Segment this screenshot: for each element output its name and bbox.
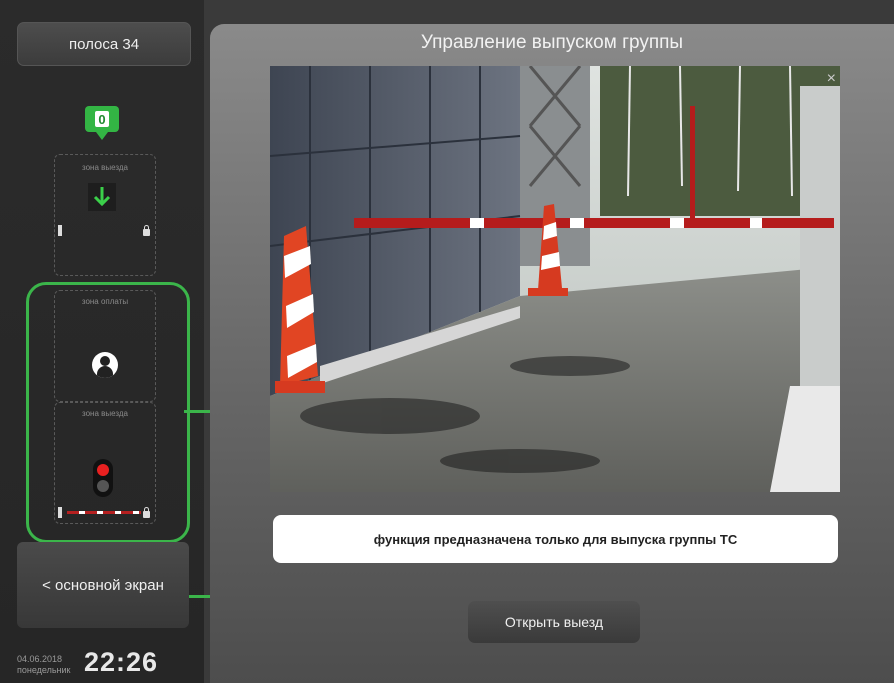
- lane-button[interactable]: полоса 34: [17, 22, 191, 66]
- clock: 22:26: [84, 647, 159, 677]
- main-screen-button[interactable]: < основной экран: [17, 542, 189, 628]
- barrier-post-icon: [58, 225, 62, 236]
- panel-title: Управление выпуском группы: [420, 32, 684, 53]
- exit-zone-top-label: зона выезда: [82, 163, 128, 172]
- counter-badge: 0: [85, 106, 119, 132]
- sidebar: полоса 34 0 зона выезда зона оплаты зона…: [0, 0, 204, 683]
- notice-box: функция предназначена только для выпуска…: [273, 515, 838, 563]
- notice-text: функция предназначена только для выпуска…: [373, 531, 738, 547]
- lane-label: полоса 34: [68, 35, 140, 53]
- zones-highlight: [26, 282, 190, 543]
- counter-pointer-icon: [96, 132, 108, 140]
- vehicle-counter: 0: [85, 106, 119, 140]
- counter-value: 0: [95, 111, 109, 127]
- main-screen-label: < основной экран: [42, 576, 164, 594]
- lock-icon: [143, 225, 150, 236]
- exit-zone-top: зона выезда: [54, 154, 156, 276]
- group-exit-panel: Управление выпуском группы × функция пре…: [210, 24, 894, 683]
- open-exit-label: Открыть выезд: [504, 614, 604, 630]
- date-display: 04.06.2018 понедельник: [17, 654, 71, 676]
- exit-arrow-icon: [88, 183, 116, 211]
- close-icon[interactable]: ×: [827, 70, 836, 88]
- weekday-value: понедельник: [17, 665, 71, 675]
- camera-view: ×: [270, 66, 840, 492]
- open-exit-button[interactable]: Открыть выезд: [468, 601, 640, 643]
- date-value: 04.06.2018: [17, 654, 63, 664]
